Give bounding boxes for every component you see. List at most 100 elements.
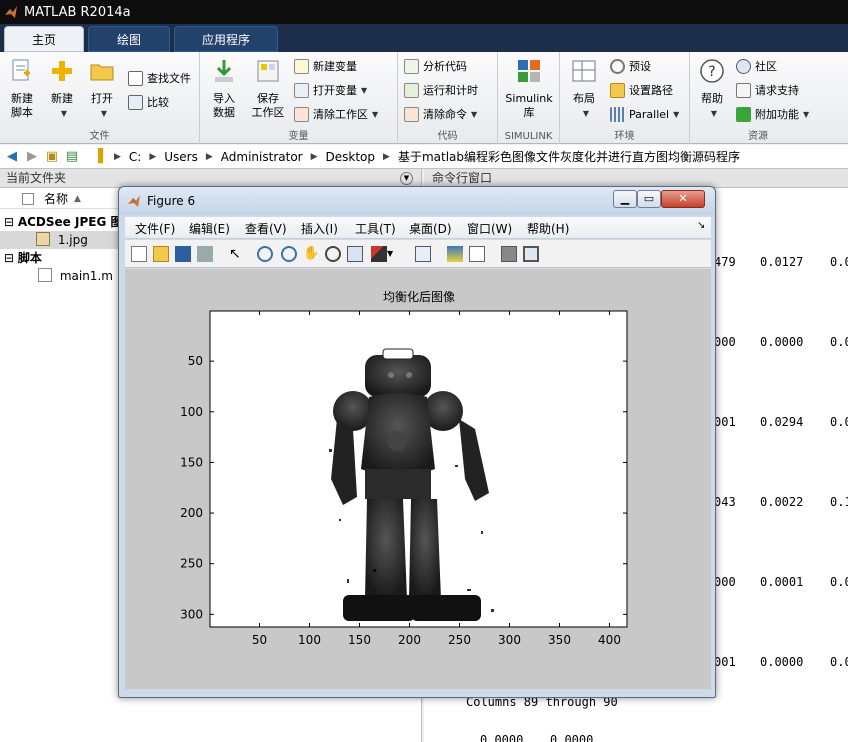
preferences-label: 预设 — [629, 60, 651, 73]
breadcrumb-users[interactable]: Users — [164, 150, 198, 164]
figure-titlebar[interactable]: Figure 6 ▁ ▭ ✕ — [119, 187, 715, 215]
maximize-button[interactable]: ▭ — [637, 190, 661, 208]
rotate-icon[interactable] — [325, 246, 341, 262]
menu-help[interactable]: 帮助(H) — [527, 220, 569, 237]
new-variable-label: 新建变量 — [313, 60, 357, 73]
collapse-icon[interactable]: ⊟ — [4, 249, 14, 267]
collapse-icon[interactable]: ⊟ — [4, 213, 14, 231]
group-simulink: Simulink 库 SIMULINK — [498, 52, 560, 144]
find-files-button[interactable]: 查找文件 — [128, 68, 191, 88]
compare-button[interactable]: 比较 — [128, 92, 169, 112]
run-and-time-button[interactable]: 运行和计时 — [404, 80, 478, 100]
save-icon[interactable] — [175, 246, 191, 262]
hide-plot-tools-icon[interactable] — [501, 246, 517, 262]
help-button[interactable]: ? 帮助 ▼ — [692, 56, 732, 121]
save-workspace-button[interactable]: 保存 工作区 — [246, 56, 290, 120]
group-code-label: 代码 — [437, 131, 458, 142]
colorbar-icon[interactable] — [447, 246, 463, 262]
group-variable-label: 变量 — [288, 131, 309, 142]
open-button[interactable]: 打开 ▼ — [82, 56, 122, 121]
link-plot-icon[interactable] — [415, 246, 431, 262]
analyze-code-button[interactable]: 分析代码 — [404, 56, 467, 76]
group-resources-label: 资源 — [748, 131, 768, 142]
legend-icon[interactable] — [469, 246, 485, 262]
breadcrumb-separator-icon: ▶ — [383, 151, 390, 162]
menu-edit[interactable]: 编辑(E) — [189, 220, 230, 237]
y-tick-label: 200 — [180, 506, 203, 520]
dock-arrow-icon[interactable]: ↘ — [697, 220, 705, 231]
import-data-button[interactable]: 导入 数据 — [204, 56, 244, 120]
name-column-label: 名称 — [44, 192, 69, 206]
plus-icon — [52, 61, 72, 81]
menu-desktop[interactable]: 桌面(D) — [409, 220, 452, 237]
addons-button[interactable]: 附加功能 ▼ — [736, 104, 809, 124]
parallel-button[interactable]: Parallel ▼ — [610, 104, 679, 124]
minimize-button[interactable]: ▁ — [613, 190, 637, 208]
new-variable-button[interactable]: 新建变量 — [294, 56, 357, 76]
new-button[interactable]: 新建 ▼ — [42, 56, 82, 121]
menu-file[interactable]: 文件(F) — [135, 220, 175, 237]
open-file-icon[interactable] — [153, 246, 169, 262]
back-arrow-icon[interactable]: ◀ — [4, 149, 20, 165]
zoom-in-icon[interactable] — [257, 246, 273, 262]
community-button[interactable]: 社区 — [736, 56, 777, 76]
tab-home[interactable]: 主页 — [4, 26, 84, 52]
speckle — [339, 519, 341, 521]
parallel-icon — [610, 106, 625, 122]
community-label: 社区 — [755, 60, 777, 73]
print-icon[interactable] — [197, 246, 213, 262]
clear-workspace-button[interactable]: 清除工作区 ▼ — [294, 104, 378, 124]
output-row-3-c3: 0.0 — [830, 415, 848, 429]
data-cursor-icon[interactable] — [347, 246, 363, 262]
output-row-6-c2: 0.0000 — [760, 655, 804, 669]
breadcrumb-desktop[interactable]: Desktop — [326, 150, 376, 164]
parallel-label: Parallel — [629, 107, 670, 121]
simulink-label-2: 库 — [523, 106, 535, 119]
clear-workspace-label: 清除工作区 — [313, 108, 368, 121]
file-item-m[interactable]: main1.m — [0, 267, 120, 285]
set-path-button[interactable]: 设置路径 — [610, 80, 673, 100]
forward-arrow-icon[interactable]: ▶ — [24, 149, 40, 165]
up-folder-icon[interactable]: ▣ — [44, 149, 60, 165]
chevron-down-icon: ▼ — [673, 109, 680, 119]
tab-plots[interactable]: 绘图 — [88, 26, 170, 52]
browse-folder-icon[interactable]: ▤ — [64, 149, 80, 165]
group-jpeg[interactable]: ⊟ ACDSee JPEG 图 — [0, 213, 123, 231]
root-folder-icon[interactable]: ▐ — [90, 149, 106, 165]
y-tick-label: 150 — [180, 455, 203, 469]
group-scripts[interactable]: ⊟ 脚本 — [0, 249, 120, 267]
group-resources: ? 帮助 ▼ 社区 请求支持 附加功能 ▼ 资源 — [690, 52, 826, 144]
breadcrumb-administrator[interactable]: Administrator — [221, 150, 303, 164]
speckle — [347, 579, 349, 583]
breadcrumb-project-folder[interactable]: 基于matlab编程彩色图像文件灰度化并进行直方图均衡源码程序 — [398, 148, 740, 165]
layout-icon — [572, 60, 596, 82]
new-figure-icon[interactable] — [131, 246, 147, 262]
show-plot-tools-icon[interactable] — [523, 246, 539, 262]
menu-insert[interactable]: 插入(I) — [301, 220, 338, 237]
zoom-out-icon[interactable] — [281, 246, 297, 262]
menu-view[interactable]: 查看(V) — [245, 220, 287, 237]
request-support-button[interactable]: 请求支持 — [736, 80, 799, 100]
select-arrow-icon[interactable]: ↖ — [229, 246, 245, 262]
run-and-time-label: 运行和计时 — [423, 84, 478, 97]
figure-window[interactable]: Figure 6 ▁ ▭ ✕ 文件(F) 编辑(E) 查看(V) 插入(I) 工… — [118, 186, 716, 698]
menu-window[interactable]: 窗口(W) — [467, 220, 512, 237]
breadcrumb-c[interactable]: C: — [129, 150, 141, 164]
close-button[interactable]: ✕ — [661, 190, 705, 208]
layout-button[interactable]: 布局 ▼ — [564, 56, 604, 121]
clear-commands-button[interactable]: 清除命令 ▼ — [404, 104, 477, 124]
file-item-jpg[interactable]: 1.jpg — [0, 231, 120, 249]
tab-apps[interactable]: 应用程序 — [174, 26, 278, 52]
brush-icon[interactable] — [371, 246, 387, 262]
x-tick-label: 250 — [448, 633, 471, 647]
group-jpeg-label: ACDSee JPEG 图 — [17, 215, 123, 229]
pan-hand-icon[interactable]: ✋ — [303, 246, 319, 262]
checkbox-icon[interactable] — [22, 193, 34, 205]
menu-tools[interactable]: 工具(T) — [355, 220, 396, 237]
preferences-button[interactable]: 预设 — [610, 56, 651, 76]
open-variable-button[interactable]: 打开变量 ▼ — [294, 80, 367, 100]
simulink-library-button[interactable]: Simulink 库 — [504, 56, 554, 120]
panel-dropdown-icon[interactable]: ▼ — [400, 172, 413, 185]
new-script-button[interactable]: 新建 脚本 — [2, 56, 42, 120]
chevron-down-icon[interactable]: ▼ — [387, 246, 403, 262]
